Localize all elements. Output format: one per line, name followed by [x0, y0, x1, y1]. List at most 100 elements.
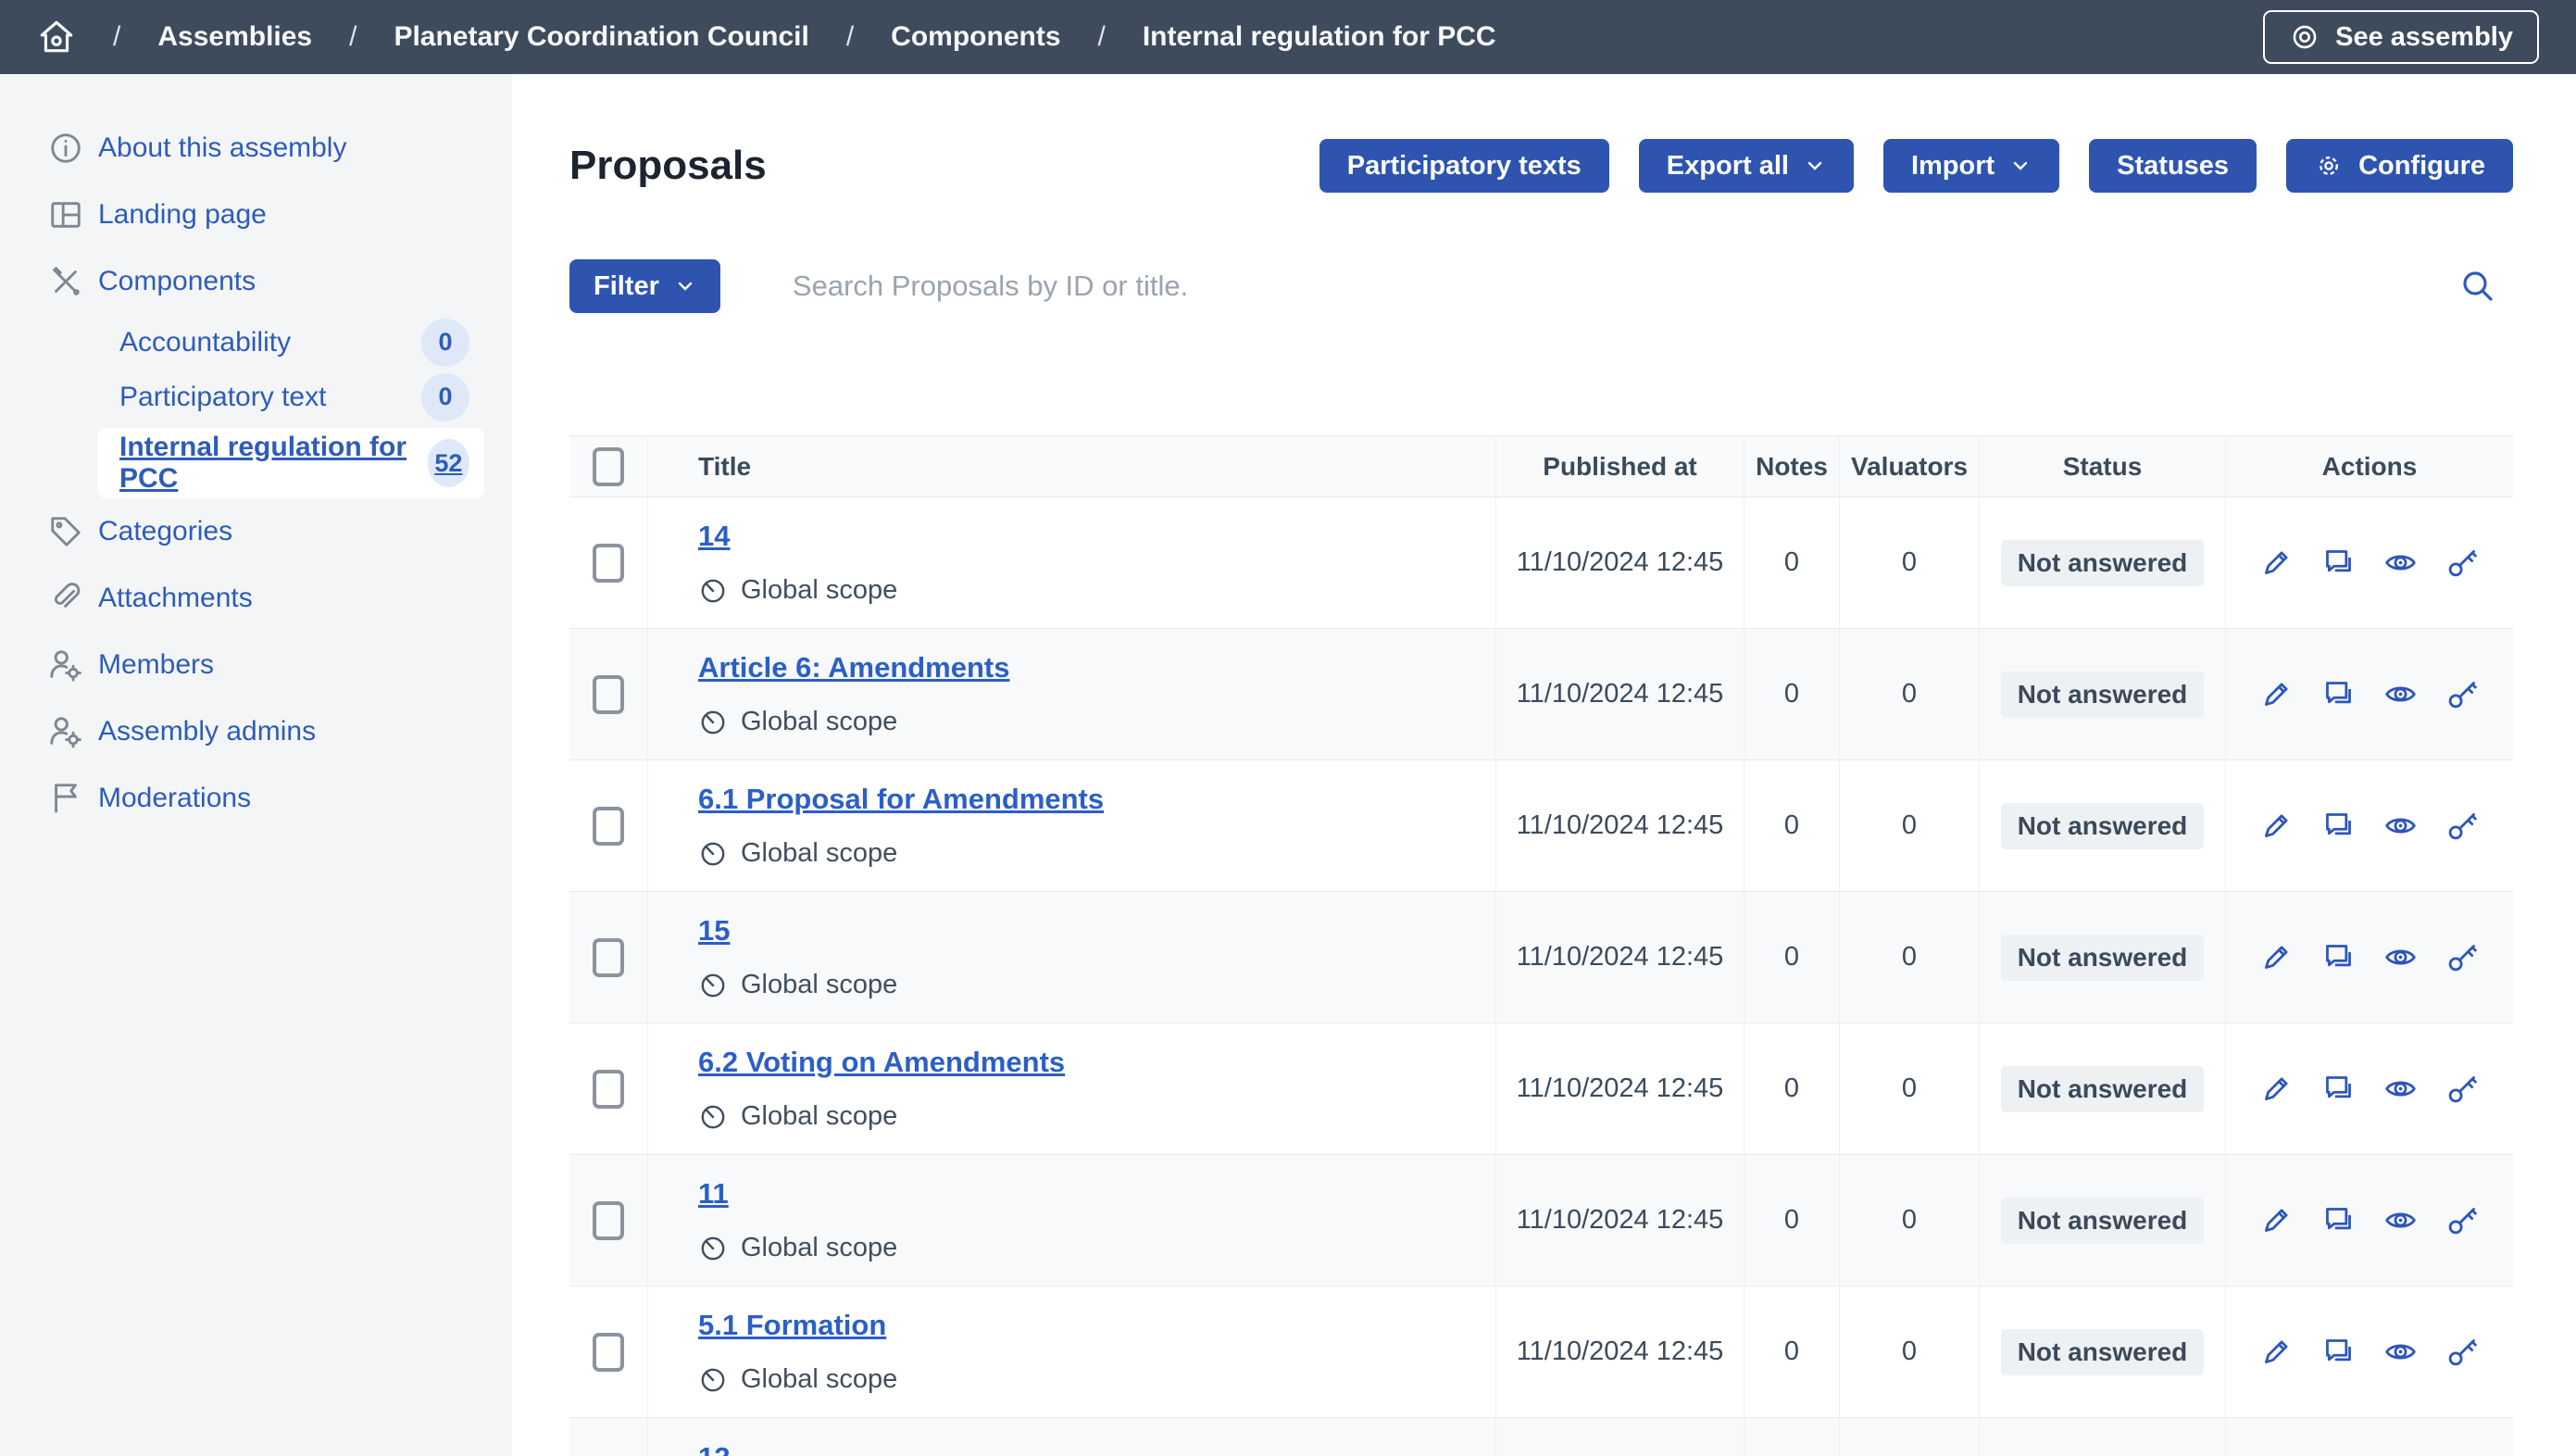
column-header-valuators: Valuators — [1840, 436, 1980, 496]
preview-icon[interactable] — [2383, 677, 2418, 711]
row-checkbox[interactable] — [593, 1201, 624, 1240]
proposal-title-link[interactable]: 5.1 Formation — [698, 1309, 886, 1342]
title-cell: 11 Global scope — [648, 1155, 1496, 1286]
sidebar-item-label: Components — [98, 266, 256, 297]
title-cell: 6.1 Proposal for Amendments Global scope — [648, 760, 1496, 891]
sidebar-item-label: Members — [98, 649, 214, 681]
answer-icon[interactable] — [2321, 809, 2356, 843]
sidebar-item-categories[interactable]: Categories — [0, 498, 512, 565]
proposal-title-link[interactable]: 11 — [698, 1177, 729, 1211]
permissions-key-icon[interactable] — [2445, 1072, 2480, 1106]
tag-icon — [48, 514, 83, 549]
sidebar-item-accountability[interactable]: Accountability 0 — [97, 315, 484, 370]
edit-icon[interactable] — [2259, 1203, 2294, 1237]
sidebar-item-assembly-admins[interactable]: Assembly admins — [0, 698, 512, 765]
proposal-title-link[interactable]: 15 — [698, 914, 730, 948]
home-icon[interactable] — [37, 18, 76, 56]
proposal-title-link[interactable]: 12 — [698, 1441, 730, 1456]
count-badge: 52 — [428, 439, 469, 487]
title-cell: 6.2 Voting on Amendments Global scope — [648, 1023, 1496, 1154]
chevron-down-icon — [2009, 155, 2032, 177]
sidebar-item-participatory-text[interactable]: Participatory text 0 — [97, 370, 484, 424]
sidebar-item-internal-regulation[interactable]: Internal regulation for PCC 52 — [97, 428, 484, 498]
answer-icon[interactable] — [2321, 1072, 2356, 1106]
filter-button[interactable]: Filter — [569, 259, 720, 313]
row-select-cell — [569, 629, 648, 759]
info-icon — [48, 131, 83, 166]
answer-icon[interactable] — [2321, 1203, 2356, 1237]
breadcrumb-item-components[interactable]: Components — [891, 21, 1060, 53]
sidebar-item-components[interactable]: Components — [0, 248, 512, 315]
valuators-cell: 0 — [1840, 1155, 1980, 1286]
row-checkbox[interactable] — [593, 544, 624, 583]
preview-icon[interactable] — [2383, 546, 2418, 580]
permissions-key-icon[interactable] — [2445, 546, 2480, 580]
edit-icon[interactable] — [2259, 940, 2294, 974]
row-checkbox[interactable] — [593, 675, 624, 714]
row-checkbox[interactable] — [593, 1070, 624, 1109]
preview-icon[interactable] — [2383, 940, 2418, 974]
table-body: 14 Global scope 11/10/2024 12:45 0 0 Not… — [569, 497, 2513, 1456]
answer-icon[interactable] — [2321, 677, 2356, 711]
proposal-title-link[interactable]: 6.1 Proposal for Amendments — [698, 783, 1104, 816]
sidebar-item-moderations[interactable]: Moderations — [0, 765, 512, 832]
breadcrumb-item-assembly[interactable]: Planetary Coordination Council — [394, 21, 808, 53]
actions-cell — [2226, 1418, 2513, 1456]
search-icon[interactable] — [2459, 268, 2496, 305]
export-all-button[interactable]: Export all — [1639, 139, 1854, 193]
permissions-key-icon[interactable] — [2445, 1203, 2480, 1237]
breadcrumb-item-assemblies[interactable]: Assemblies — [157, 21, 312, 53]
edit-icon[interactable] — [2259, 677, 2294, 711]
sidebar-item-about[interactable]: About this assembly — [0, 115, 512, 182]
proposal-title-link[interactable]: 14 — [698, 520, 730, 553]
status-cell: Not answered — [1980, 1287, 2226, 1417]
scope-label: Global scope — [741, 1233, 897, 1263]
sidebar-item-label: About this assembly — [98, 132, 346, 164]
user-gear-icon — [48, 647, 83, 683]
column-header-published: Published at — [1496, 436, 1744, 496]
sidebar-item-attachments[interactable]: Attachments — [0, 565, 512, 632]
edit-icon[interactable] — [2259, 809, 2294, 843]
answer-icon[interactable] — [2321, 940, 2356, 974]
table-row: 15 Global scope 11/10/2024 12:45 0 0 Not… — [569, 892, 2513, 1023]
import-button[interactable]: Import — [1883, 139, 2059, 193]
row-checkbox[interactable] — [593, 1333, 624, 1372]
sidebar-item-landing-page[interactable]: Landing page — [0, 182, 512, 248]
published-cell — [1496, 1418, 1744, 1456]
proposal-title-link[interactable]: Article 6: Amendments — [698, 651, 1010, 684]
actions-cell — [2226, 497, 2513, 628]
breadcrumb-item-component[interactable]: Internal regulation for PCC — [1143, 21, 1496, 53]
gear-icon — [2314, 151, 2344, 181]
preview-icon[interactable] — [2383, 809, 2418, 843]
proposal-title-link[interactable]: 6.2 Voting on Amendments — [698, 1046, 1065, 1079]
scope-icon — [698, 839, 728, 869]
edit-icon[interactable] — [2259, 1335, 2294, 1369]
statuses-button[interactable]: Statuses — [2089, 139, 2257, 193]
notes-cell: 0 — [1744, 1023, 1840, 1154]
edit-icon[interactable] — [2259, 546, 2294, 580]
preview-icon[interactable] — [2383, 1335, 2418, 1369]
participatory-texts-button[interactable]: Participatory texts — [1319, 139, 1609, 193]
configure-button[interactable]: Configure — [2286, 139, 2513, 193]
answer-icon[interactable] — [2321, 546, 2356, 580]
row-checkbox[interactable] — [593, 938, 624, 977]
scope-icon — [698, 1234, 728, 1263]
row-checkbox[interactable] — [593, 807, 624, 846]
preview-icon[interactable] — [2383, 1203, 2418, 1237]
paperclip-icon — [48, 581, 83, 616]
valuators-cell: 0 — [1840, 892, 1980, 1023]
sidebar-item-members[interactable]: Members — [0, 632, 512, 698]
permissions-key-icon[interactable] — [2445, 809, 2480, 843]
permissions-key-icon[interactable] — [2445, 1335, 2480, 1369]
permissions-key-icon[interactable] — [2445, 940, 2480, 974]
see-assembly-label: See assembly — [2335, 22, 2513, 53]
table-row: 14 Global scope 11/10/2024 12:45 0 0 Not… — [569, 497, 2513, 629]
answer-icon[interactable] — [2321, 1335, 2356, 1369]
valuators-cell: 0 — [1840, 760, 1980, 891]
see-assembly-button[interactable]: See assembly — [2263, 10, 2539, 64]
permissions-key-icon[interactable] — [2445, 677, 2480, 711]
search-input[interactable] — [793, 270, 2513, 303]
preview-icon[interactable] — [2383, 1072, 2418, 1106]
select-all-checkbox[interactable] — [593, 447, 624, 486]
edit-icon[interactable] — [2259, 1072, 2294, 1106]
